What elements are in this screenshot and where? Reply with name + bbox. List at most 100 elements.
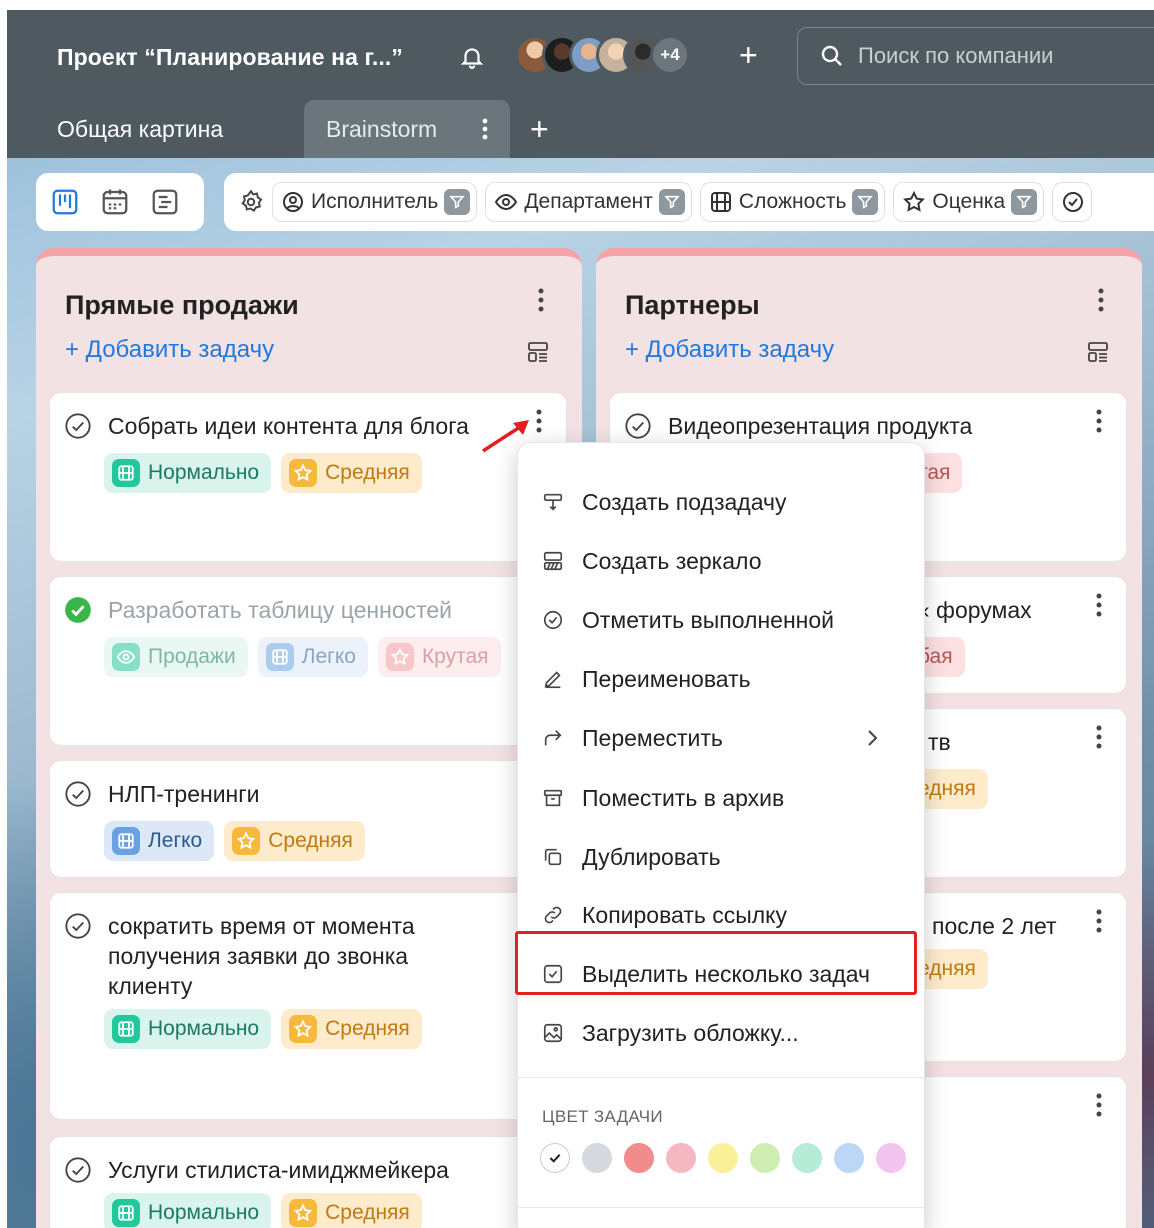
search-icon [821,45,842,66]
member-avatars[interactable]: +4 [515,35,690,75]
check-circle-icon[interactable] [64,912,92,940]
rating-tag[interactable]: Средняя [224,821,365,861]
complexity-tag[interactable]: Нормально [104,453,272,493]
add-task-button[interactable]: + Добавить задачу [625,336,834,364]
tag-label: Нормально [148,1017,260,1040]
color-swatch[interactable] [624,1143,654,1173]
column-settings-icon[interactable] [526,340,550,364]
kebab-icon[interactable] [536,409,542,433]
menu-item-create-subtask[interactable]: Создать подзадачу [518,473,924,531]
check-circle-icon[interactable] [64,780,92,808]
kebab-icon[interactable] [1096,725,1102,749]
check-circle-icon[interactable] [64,412,92,440]
project-title[interactable]: Проект “Планирование на г...” [57,44,403,71]
menu-item-duplicate[interactable]: Дублировать [518,828,924,886]
color-swatch[interactable] [750,1143,780,1173]
film-icon [112,827,140,855]
menu-item-rename[interactable]: Переименовать [518,650,924,708]
task-title-line: получения заявки до звонка [108,943,409,969]
menu-item-archive[interactable]: Поместить в архив [518,769,924,827]
tag-label: Средняя [325,461,410,484]
avatars-more-count[interactable]: +4 [650,35,690,75]
task-tags: Легко Средняя [104,821,524,861]
task-title-line: сократить время от момента [108,913,415,939]
check-circle-icon[interactable] [624,412,652,440]
complexity-tag[interactable]: Легко [257,637,368,677]
task-card[interactable]: сократить время от момента получения зая… [49,892,567,1120]
menu-item-label: Дублировать [582,843,721,870]
search-placeholder: Поиск по компании [858,43,1054,68]
chevron-right-icon [868,730,878,746]
menu-item-move[interactable]: Переместить [518,709,924,767]
list-view-icon[interactable] [150,187,180,217]
filter-department[interactable]: Департамент [485,182,692,222]
color-swatch[interactable] [582,1143,612,1173]
tag-label: Легко [148,829,203,852]
eye-icon [495,193,518,211]
tag-label: Средняя [268,829,353,852]
color-swatch-selected[interactable] [540,1143,570,1173]
search-input[interactable]: Поиск по компании [797,27,1154,85]
menu-item-label: Создать подзадачу [582,488,787,515]
task-card[interactable]: Услуги стилиста-имиджмейкера Нормально С… [49,1136,567,1228]
bell-icon[interactable] [459,43,485,71]
kebab-icon[interactable] [1098,288,1104,312]
task-title: тв [928,729,951,755]
color-swatch[interactable] [876,1143,906,1173]
tag-label: Нормально [148,461,260,484]
filter-assignee[interactable]: Исполнитель [272,182,478,222]
filter-rating[interactable]: Оценка [893,182,1045,222]
check-circle-icon[interactable] [64,1156,92,1184]
kebab-icon[interactable] [1096,409,1102,433]
funnel-icon [444,189,471,215]
tag-label: Крутая [421,645,489,668]
column-title[interactable]: Прямые продажи [65,290,299,321]
color-swatch[interactable] [666,1143,696,1173]
task-title: Разработать таблицу ценностей [108,597,453,623]
kebab-icon[interactable] [482,118,488,140]
department-tag[interactable]: Продажи [104,637,248,677]
star-icon [385,643,414,671]
filter-status[interactable] [1052,182,1093,222]
complexity-tag[interactable]: Нормально [104,1193,272,1228]
check-circle-icon [543,610,563,630]
menu-item-label: Копировать ссылку [582,901,788,928]
complexity-tag[interactable]: Легко [104,821,215,861]
color-swatch[interactable] [834,1143,864,1173]
add-task-button[interactable]: + Добавить задачу [65,336,274,364]
menu-item-create-mirror[interactable]: Создать зеркало [518,532,924,590]
color-swatch[interactable] [792,1143,822,1173]
check-done-icon[interactable] [64,596,92,624]
task-card[interactable]: НЛП-тренинги Легко Средняя [49,760,567,878]
tab-overview[interactable]: Общая картина [57,100,223,158]
menu-item-mark-done[interactable]: Отметить выполненной [518,591,924,649]
color-swatch[interactable] [708,1143,738,1173]
column-title[interactable]: Партнеры [625,290,760,321]
column-settings-icon[interactable] [1086,340,1110,364]
calendar-view-icon[interactable] [100,187,130,217]
settings-icon[interactable] [238,189,264,215]
move-arrow-icon [544,730,562,746]
film-icon [112,1199,140,1227]
filter-complexity[interactable]: Сложность [699,182,886,222]
add-member-button[interactable]: + [739,38,758,72]
image-icon [543,1023,563,1043]
tab-brainstorm[interactable]: Brainstorm [304,100,510,158]
rating-tag[interactable]: Крутая [377,637,501,677]
menu-item-label: Загрузить обложку... [582,1019,799,1046]
rating-tag[interactable]: Средняя [281,1193,422,1228]
task-card[interactable]: Разработать таблицу ценностей Продажи Ле… [49,576,567,746]
filter-label: Департамент [524,190,653,213]
kebab-icon[interactable] [1096,1093,1102,1117]
complexity-tag[interactable]: Нормально [104,1009,272,1049]
rating-tag[interactable]: Средняя [281,1009,422,1049]
add-tab-button[interactable]: + [530,100,549,158]
kebab-icon[interactable] [1096,909,1102,933]
rating-tag[interactable]: Средняя [281,453,422,493]
kanban-view-icon[interactable] [50,187,80,217]
menu-item-upload-cover[interactable]: Загрузить обложку... [518,1004,924,1062]
star-icon [289,1199,318,1227]
kebab-icon[interactable] [1096,593,1102,617]
kebab-icon[interactable] [538,288,544,312]
user-circle-icon [283,192,303,212]
